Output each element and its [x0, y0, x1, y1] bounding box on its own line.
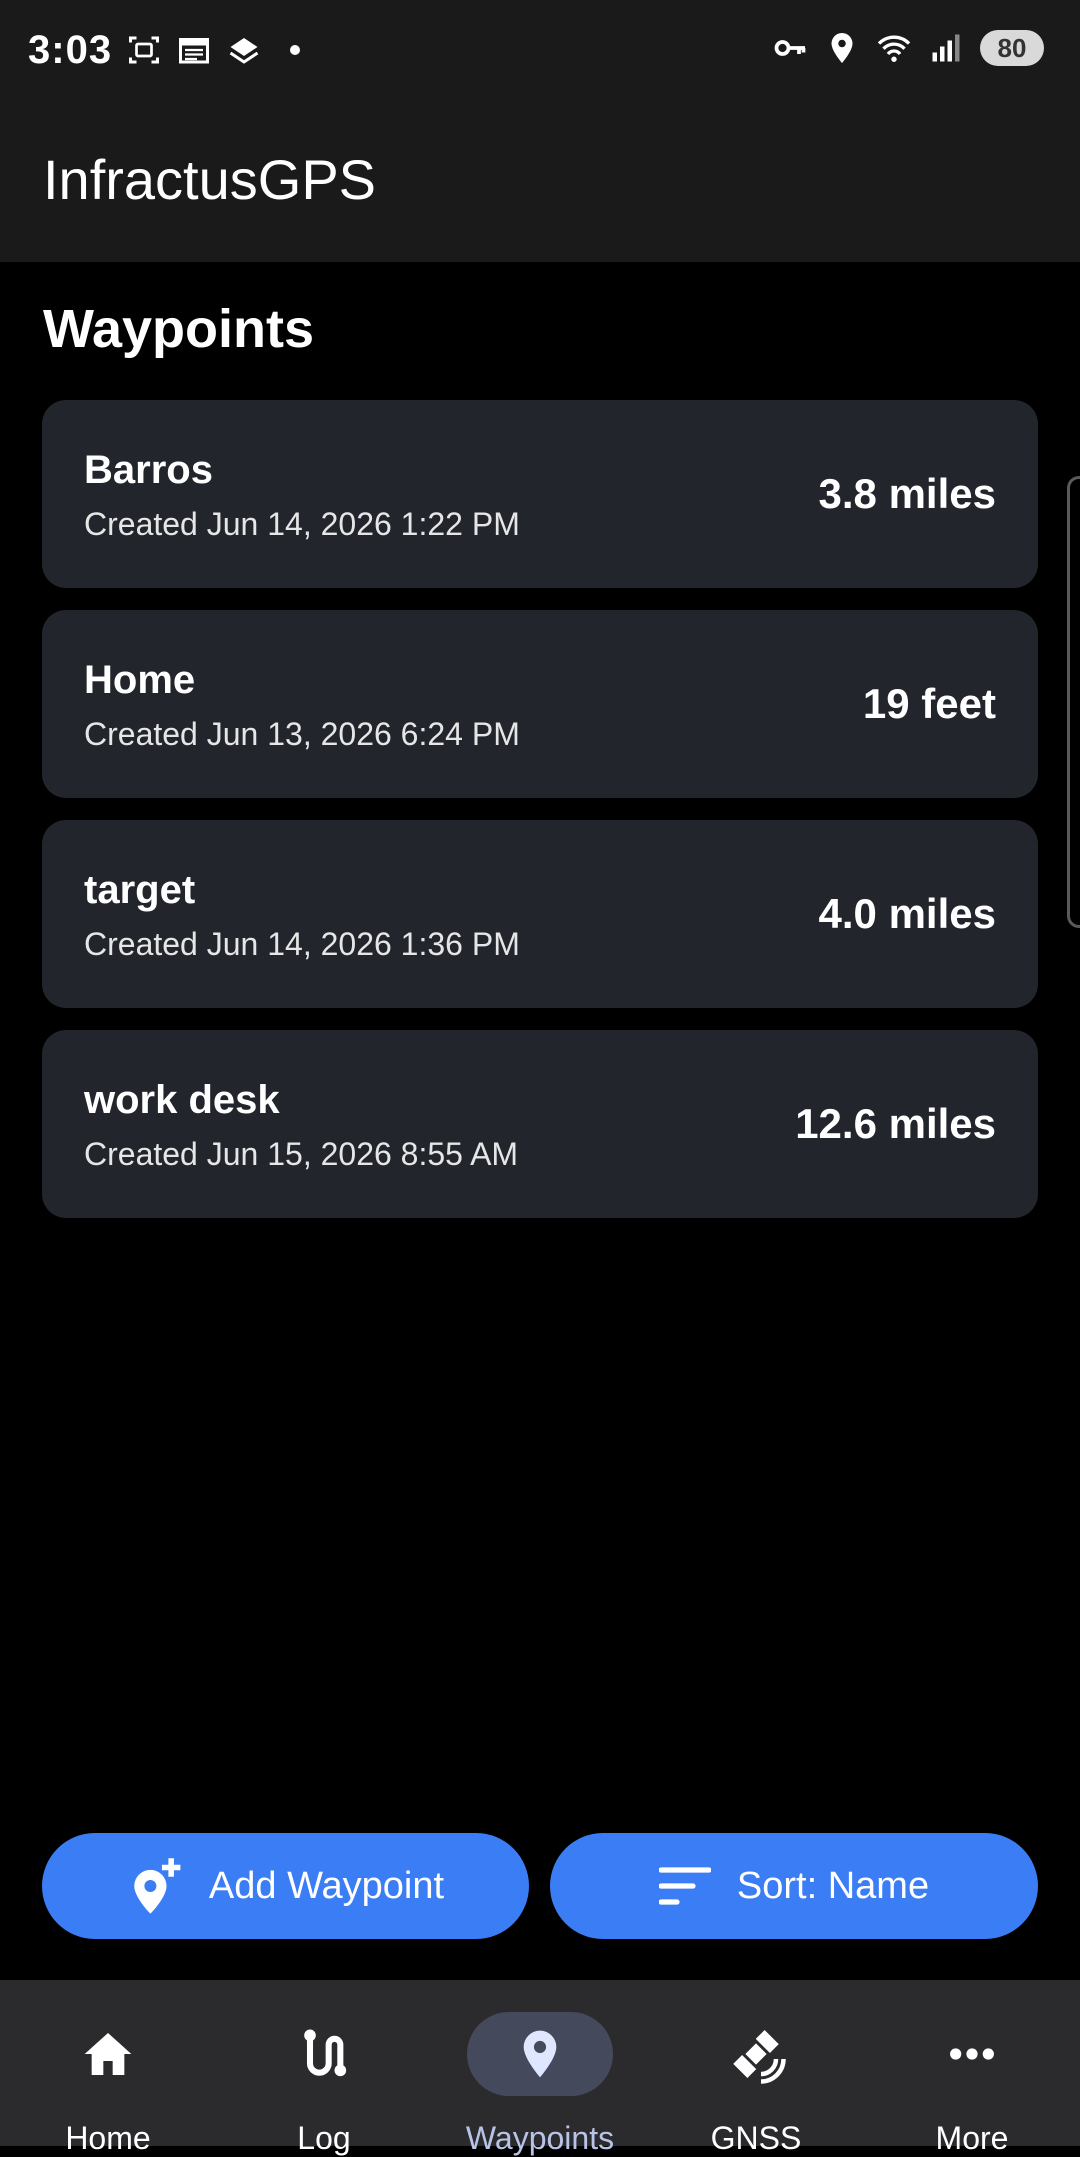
waypoint-name: target	[84, 868, 196, 912]
status-right-icons: 80	[772, 30, 1044, 66]
satellite-icon	[733, 2030, 786, 2084]
waypoint-list: Barros Created Jun 14, 2026 1:22 PM 3.8 …	[42, 400, 1038, 1240]
waypoint-created: Created Jun 14, 2026 1:36 PM	[84, 926, 520, 962]
calendar-icon	[179, 38, 209, 64]
waypoint-name: work desk	[84, 1078, 280, 1122]
nav-item-gnss[interactable]: GNSS	[648, 1980, 864, 2156]
status-time: 3:03	[28, 28, 113, 72]
screenshot-icon	[129, 36, 159, 64]
location-pin-icon	[523, 2030, 557, 2078]
nav-label: Log	[297, 2120, 351, 2156]
nav-label: Waypoints	[465, 2120, 615, 2156]
nav-label: More	[935, 2120, 1009, 2156]
notification-dot	[290, 45, 300, 55]
layers-icon	[229, 38, 259, 64]
waypoint-card[interactable]: target Created Jun 14, 2026 1:36 PM 4.0 …	[42, 820, 1038, 1008]
battery-indicator: 80	[980, 30, 1044, 66]
waypoint-card[interactable]: work desk Created Jun 15, 2026 8:55 AM 1…	[42, 1030, 1038, 1218]
nav-item-more[interactable]: More	[864, 1980, 1080, 2156]
waypoint-card[interactable]: Home Created Jun 13, 2026 6:24 PM 19 fee…	[42, 610, 1038, 798]
add-waypoint-label: Add Waypoint	[208, 1864, 445, 1907]
nav-item-log[interactable]: Log	[216, 1980, 432, 2156]
status-left-icons	[126, 32, 300, 68]
waypoint-name: Barros	[84, 448, 213, 492]
waypoint-distance: 19 feet	[862, 680, 996, 727]
bottom-navigation: Home Log Waypoints GNSS More	[0, 1980, 1080, 2156]
waypoint-distance: 3.8 miles	[818, 470, 996, 517]
waypoint-distance: 4.0 miles	[818, 890, 996, 937]
signal-icon	[932, 34, 960, 62]
sort-button[interactable]: Sort: Name	[550, 1833, 1038, 1939]
waypoint-distance: 12.6 miles	[795, 1100, 996, 1147]
more-horiz-icon	[950, 2048, 994, 2060]
waypoint-name: Home	[84, 658, 196, 702]
home-icon	[84, 2033, 132, 2075]
nav-item-waypoints[interactable]: Waypoints	[432, 1980, 648, 2156]
sort-label: Sort: Name	[736, 1864, 930, 1907]
location-icon	[831, 33, 853, 63]
app-bar: InfractusGPS	[0, 105, 1080, 262]
vpn-key-icon	[774, 40, 806, 56]
waypoint-created: Created Jun 13, 2026 6:24 PM	[84, 716, 520, 752]
status-bar: 3:03 80	[0, 0, 1080, 105]
waypoint-card[interactable]: Barros Created Jun 14, 2026 1:22 PM 3.8 …	[42, 400, 1038, 588]
sort-icon	[658, 1867, 711, 1905]
nav-label: Home	[65, 2120, 151, 2156]
add-location-icon	[134, 1858, 181, 1914]
nav-item-home[interactable]: Home	[0, 1980, 216, 2156]
wifi-icon	[877, 35, 911, 62]
waypoint-created: Created Jun 14, 2026 1:22 PM	[84, 506, 520, 542]
page-title: Waypoints	[43, 299, 315, 359]
waypoint-created: Created Jun 15, 2026 8:55 AM	[84, 1136, 519, 1172]
scroll-indicator[interactable]	[1067, 476, 1080, 928]
app-title: InfractusGPS	[43, 148, 377, 211]
nav-label: GNSS	[710, 2120, 802, 2156]
route-icon	[304, 2029, 347, 2077]
add-waypoint-button[interactable]: Add Waypoint	[42, 1833, 529, 1939]
